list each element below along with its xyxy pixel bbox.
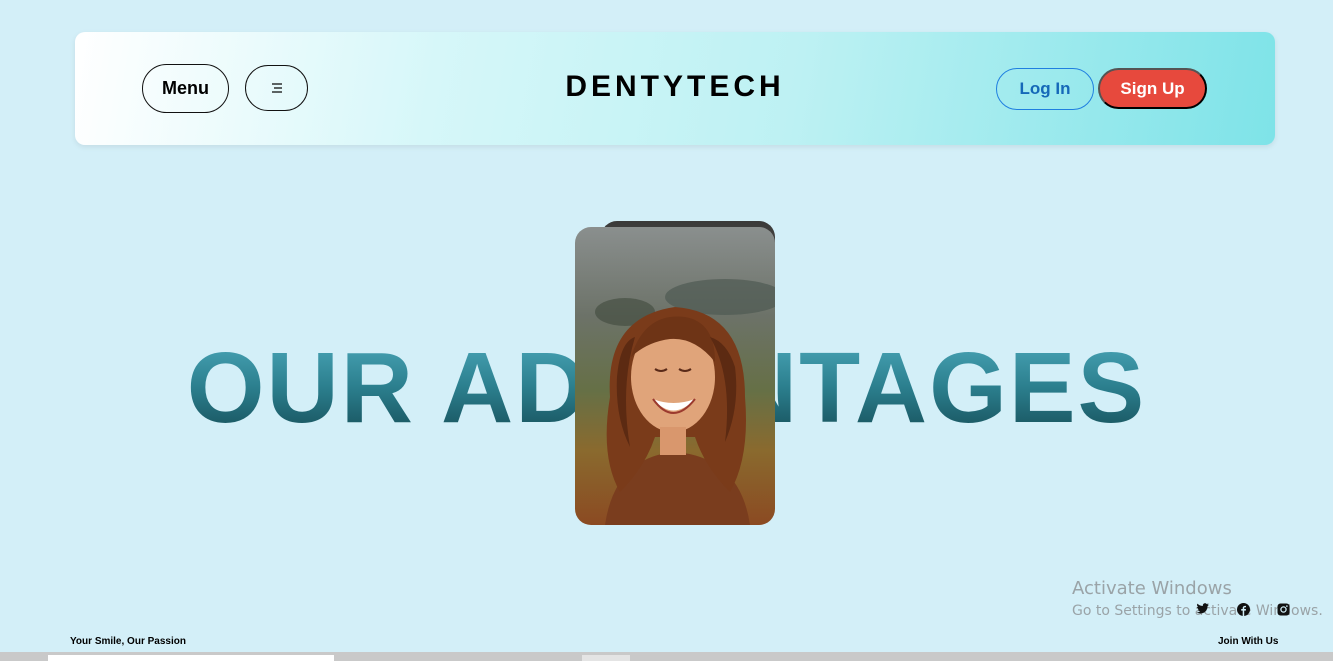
smiling-woman-photo — [575, 227, 775, 525]
signup-button[interactable]: Sign Up — [1098, 68, 1207, 109]
brand-logo[interactable]: DENTYTECH — [75, 70, 1275, 104]
top-navbar: Menu DENTYTECH Log In Sign Up — [75, 32, 1275, 145]
watermark-title: Activate Windows — [1072, 578, 1232, 599]
footer-join-link[interactable]: Join With Us — [1218, 636, 1278, 647]
twitter-icon — [1196, 603, 1209, 614]
facebook-link[interactable] — [1237, 603, 1250, 616]
scrollbar-thumb[interactable] — [582, 655, 630, 661]
scrollbar-segment — [48, 655, 334, 661]
portrait-illustration — [595, 279, 775, 525]
facebook-icon — [1237, 603, 1250, 616]
footer-tagline: Your Smile, Our Passion — [70, 636, 186, 647]
twitter-link[interactable] — [1196, 603, 1210, 615]
login-button[interactable]: Log In — [996, 68, 1094, 110]
instagram-link[interactable] — [1277, 603, 1290, 616]
instagram-icon — [1277, 603, 1290, 616]
